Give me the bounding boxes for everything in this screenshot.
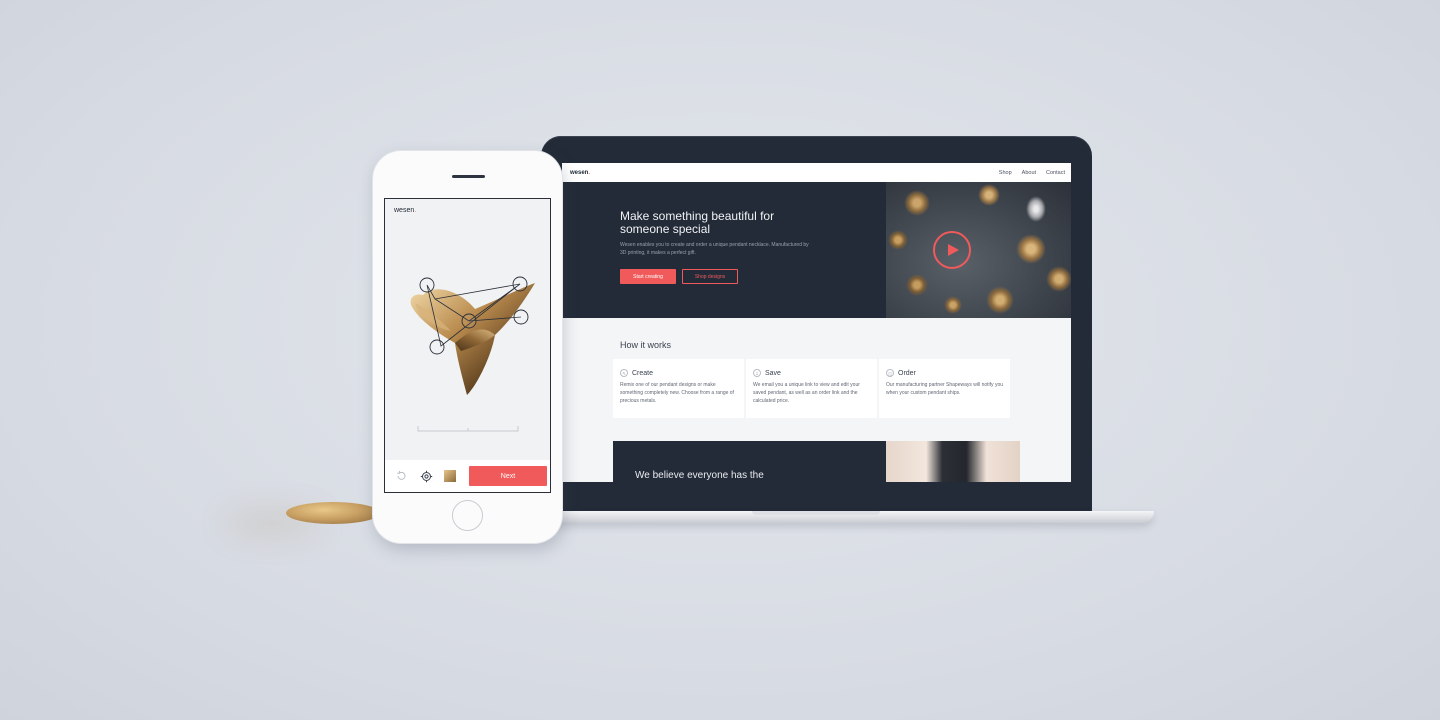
step-card-create: ✎ Create Remix one of our pendant design… xyxy=(613,359,744,418)
step-card-title: Order xyxy=(898,369,916,377)
hero-section: Make something beautiful for someone spe… xyxy=(562,182,1071,318)
pendant-decoration xyxy=(1016,234,1046,264)
app-logo[interactable]: wesen. xyxy=(394,207,416,214)
site-logo-text: wesen xyxy=(570,169,589,176)
nav-link-about[interactable]: About xyxy=(1022,170,1036,176)
control-point-handle[interactable] xyxy=(429,339,445,355)
site-nav-links: Shop About Contact xyxy=(999,170,1065,176)
create-icon: ✎ xyxy=(620,369,628,377)
settings-icon[interactable] xyxy=(419,469,433,483)
phone-home-button[interactable] xyxy=(452,500,483,531)
how-it-works-section: How it works ✎ Create Remix one of our p… xyxy=(562,318,1071,482)
pendant-decoration xyxy=(986,286,1014,314)
pendant-decoration xyxy=(904,190,930,216)
material-swatch-icon[interactable] xyxy=(444,470,456,482)
step-card-order: ◫ Order Our manufacturing partner Shapew… xyxy=(879,359,1010,418)
pendant-decoration xyxy=(978,184,1000,206)
hero-video-thumbnail[interactable] xyxy=(886,182,1071,318)
believe-banner: We believe everyone has the xyxy=(613,441,1020,482)
hero-title: Make something beautiful for someone spe… xyxy=(620,210,850,236)
scale-ruler xyxy=(417,426,519,432)
play-video-button[interactable] xyxy=(933,231,971,269)
hero-title-line2: someone special xyxy=(620,222,711,236)
pendant-decoration xyxy=(888,230,908,250)
app-logo-dot: . xyxy=(414,207,417,214)
site-logo-dot: . xyxy=(588,169,591,176)
how-it-works-cards: ✎ Create Remix one of our pendant design… xyxy=(613,359,1010,418)
ruler-line xyxy=(417,426,519,432)
nav-link-shop[interactable]: Shop xyxy=(999,170,1012,176)
control-point-handle[interactable] xyxy=(512,276,528,292)
app-logo-text: wesen xyxy=(394,207,415,214)
step-card-text: Our manufacturing partner Shapeways will… xyxy=(886,382,1004,396)
pendant-decoration xyxy=(1046,266,1071,292)
control-point-handle[interactable] xyxy=(461,313,477,329)
undo-glyph xyxy=(397,471,406,480)
hero-text: Make something beautiful for someone spe… xyxy=(620,210,850,284)
necklace-model-photo xyxy=(886,441,1020,482)
phone-speaker xyxy=(452,175,485,178)
laptop-notch xyxy=(752,511,880,515)
nav-link-contact[interactable]: Contact xyxy=(1046,170,1065,176)
laptop-screen: wesen. Shop About Contact Make something… xyxy=(562,163,1071,482)
gold-pendant-prop xyxy=(286,502,380,524)
step-card-header: ✎ Create xyxy=(620,369,737,377)
shop-designs-button[interactable]: Shop designs xyxy=(682,269,738,284)
step-card-header: ◫ Order xyxy=(886,369,1003,377)
save-icon: ↧ xyxy=(753,369,761,377)
pendant-3d-editor[interactable] xyxy=(405,273,545,403)
hero-buttons: Start creating Shop designs xyxy=(620,269,850,284)
step-card-text: Remix one of our pendant designs or make… xyxy=(620,382,734,404)
start-creating-button[interactable]: Start creating xyxy=(620,269,676,284)
site-logo[interactable]: wesen. xyxy=(570,170,590,176)
how-it-works-title: How it works xyxy=(620,340,672,350)
pendant-decoration xyxy=(906,274,928,296)
site-navbar: wesen. Shop About Contact xyxy=(562,163,1071,182)
order-icon: ◫ xyxy=(886,369,894,377)
pendant-decoration xyxy=(1026,196,1046,222)
step-card-save: ↧ Save We email you a unique link to vie… xyxy=(746,359,877,418)
next-button[interactable]: Next xyxy=(469,466,547,486)
step-card-text: We email you a unique link to view and e… xyxy=(753,382,860,404)
control-point-handle[interactable] xyxy=(513,309,529,325)
pendant-decoration xyxy=(944,296,962,314)
gear-glyph xyxy=(420,470,432,482)
step-card-header: ↧ Save xyxy=(753,369,870,377)
step-card-title: Create xyxy=(632,369,654,377)
step-card-title: Save xyxy=(765,369,781,377)
hero-subtitle: Wesen enables you to create and order a … xyxy=(620,242,809,256)
app-toolbar: Next xyxy=(385,460,550,492)
phone-screen: wesen. Next xyxy=(384,198,551,493)
control-point-handle[interactable] xyxy=(419,277,435,293)
believe-heading: We believe everyone has the xyxy=(635,470,764,481)
undo-icon[interactable] xyxy=(394,469,408,483)
play-icon xyxy=(948,244,959,256)
